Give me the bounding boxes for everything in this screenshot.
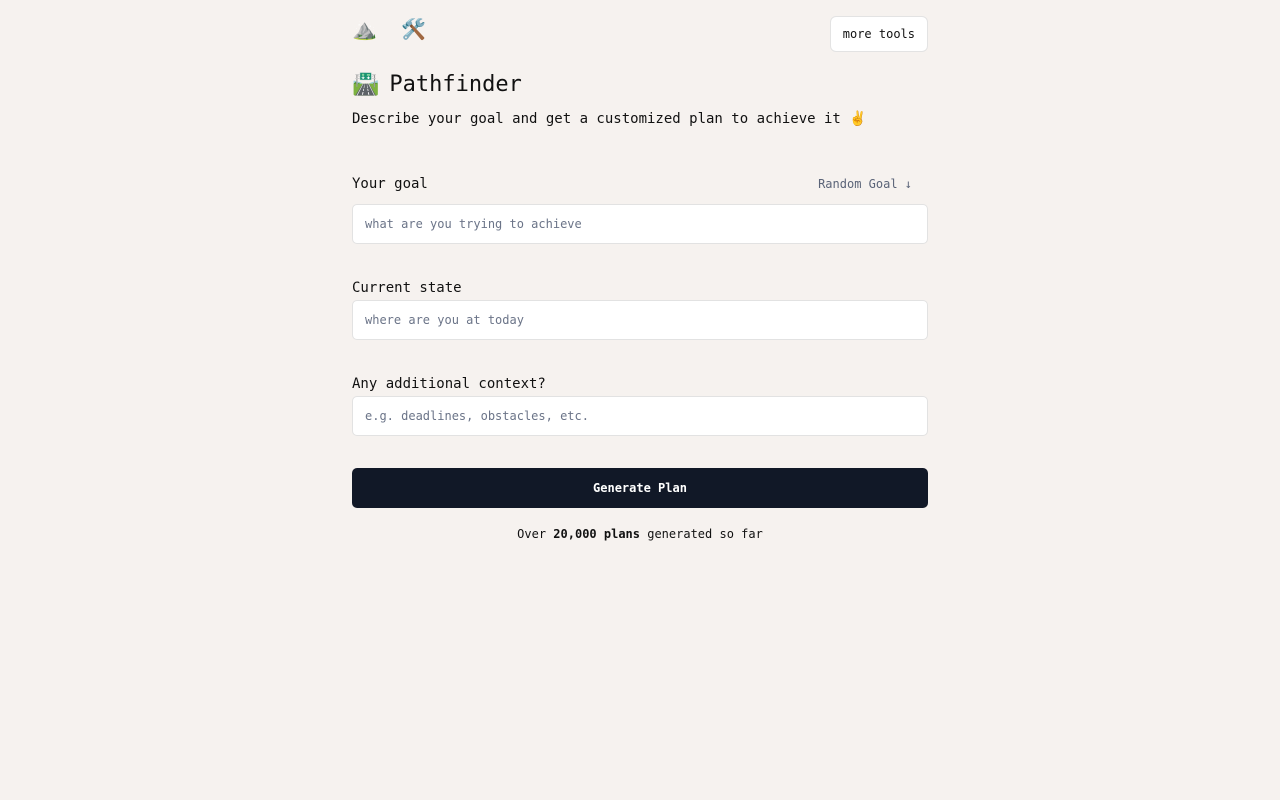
goal-input[interactable] <box>352 204 928 244</box>
logo-icons: ⛰️ 🛠️ <box>352 17 432 41</box>
stats-prefix: Over <box>517 527 547 541</box>
stats-suffix: generated so far <box>647 527 763 541</box>
random-goal-button[interactable]: Random Goal ↓ <box>818 175 912 193</box>
current-state-label: Current state <box>352 280 462 296</box>
header: ⛰️ 🛠️ more tools <box>352 0 928 60</box>
plans-count: 20,000 plans <box>553 527 640 541</box>
page-subtitle: Describe your goal and get a customized … <box>352 111 867 127</box>
context-label: Any additional context? <box>352 376 546 392</box>
context-input[interactable] <box>352 396 928 436</box>
page-title: Pathfinder <box>389 72 522 97</box>
more-tools-button[interactable]: more tools <box>829 16 928 52</box>
road-icon: 🛣️ <box>352 72 380 97</box>
generate-plan-button[interactable]: Generate Plan <box>352 468 928 508</box>
title-row: 🛣️ Pathfinder <box>352 72 522 98</box>
current-state-input[interactable] <box>352 300 928 340</box>
plans-counter: Over 20,000 plans generated so far <box>352 525 928 543</box>
main-container: ⛰️ 🛠️ more tools 🛣️ Pathfinder Describe … <box>352 0 928 541</box>
goal-label: Your goal <box>352 176 428 192</box>
